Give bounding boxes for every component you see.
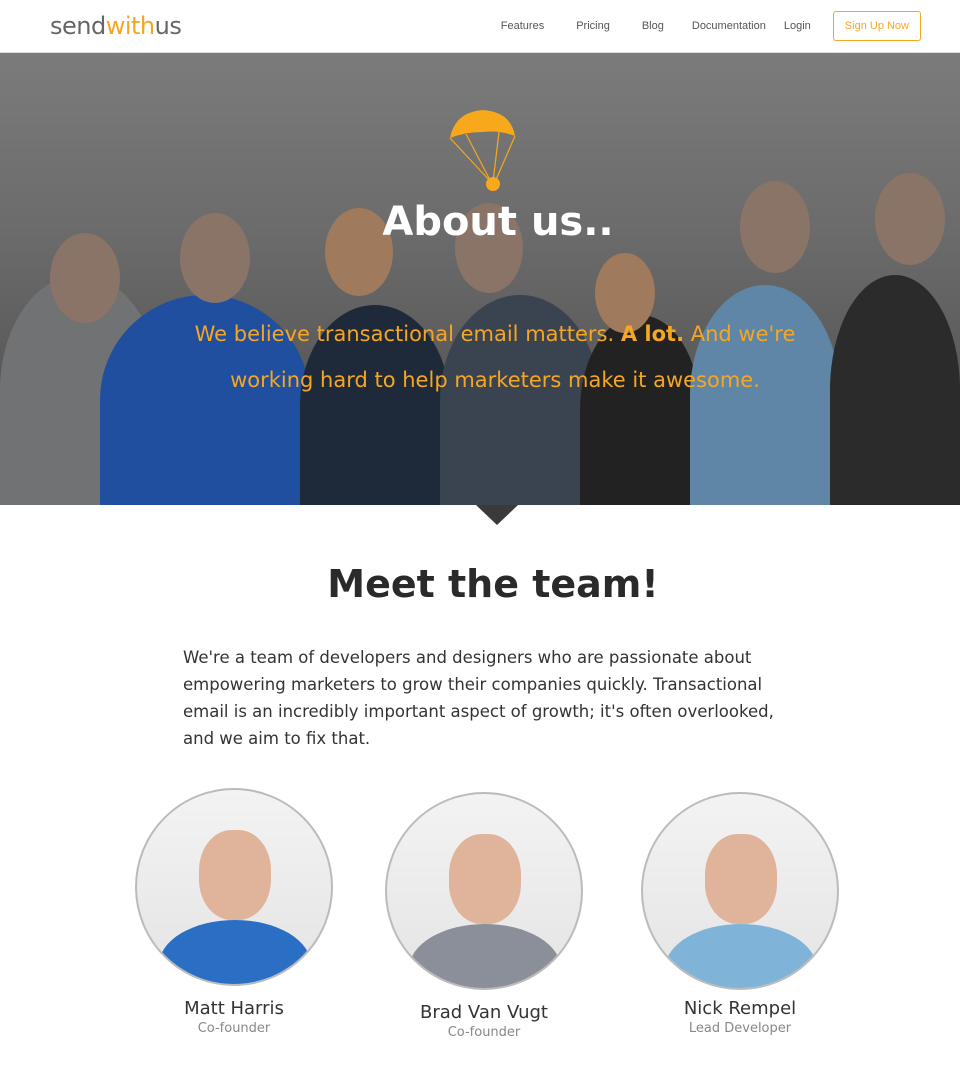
team-member: Nick Rempel Lead Developer xyxy=(640,792,840,1036)
nav-features[interactable]: Features xyxy=(501,20,544,32)
avatar xyxy=(385,792,583,990)
section-pointer xyxy=(476,505,518,525)
subtitle-text: We believe transactional email matters. xyxy=(194,322,621,346)
hero-subtitle: We believe transactional email matters. … xyxy=(150,311,840,403)
nav-documentation[interactable]: Documentation xyxy=(692,20,766,32)
hero-banner: About us.. We believe transactional emai… xyxy=(0,53,960,505)
member-role: Co-founder xyxy=(197,1021,271,1036)
member-name: Nick Rempel xyxy=(683,998,797,1019)
hero-title: About us.. xyxy=(382,199,614,245)
nav-pricing[interactable]: Pricing xyxy=(576,20,610,32)
logo-text: us xyxy=(154,12,182,40)
team-member: Brad Van Vugt Co-founder xyxy=(384,792,584,1040)
top-nav: sendwithus Features Pricing Blog Documen… xyxy=(0,0,960,53)
member-name: Matt Harris xyxy=(184,998,284,1019)
team-intro: We're a team of developers and designers… xyxy=(183,648,774,748)
avatar xyxy=(641,792,839,990)
logo-text: send xyxy=(50,12,106,40)
member-name: Brad Van Vugt xyxy=(420,1002,548,1023)
sign-up-button[interactable]: Sign Up Now xyxy=(832,11,921,41)
parachute-icon xyxy=(449,110,516,191)
nav-login[interactable]: Login xyxy=(784,20,811,32)
team-member: Matt Harris Co-founder xyxy=(134,788,334,1036)
member-role: Lead Developer xyxy=(688,1021,792,1036)
logo[interactable]: sendwithus xyxy=(50,12,182,40)
logo-text: with xyxy=(105,12,155,40)
subtitle-emphasis: A lot. xyxy=(620,322,685,346)
team-heading: Meet the team! xyxy=(327,562,659,606)
member-role: Co-founder xyxy=(447,1025,521,1040)
avatar xyxy=(135,788,333,986)
nav-blog[interactable]: Blog xyxy=(642,20,664,32)
